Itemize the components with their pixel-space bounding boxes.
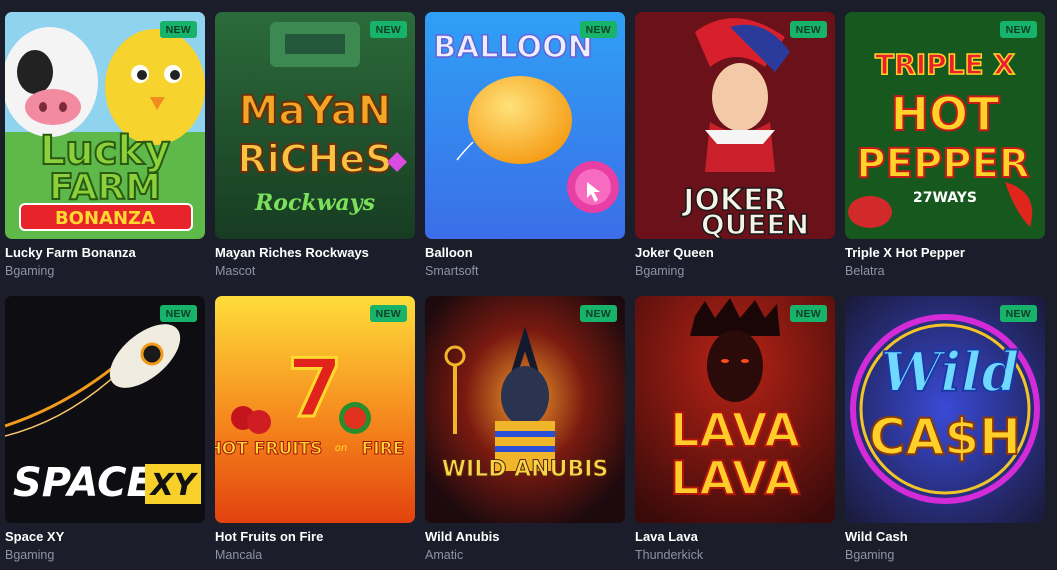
art-line: PEPPER	[856, 141, 1029, 187]
art-line: LAVA	[670, 451, 800, 505]
game-title[interactable]: Joker Queen	[635, 245, 845, 260]
game-title[interactable]: Wild Cash	[845, 529, 1055, 544]
game-thumbnail[interactable]: SPACE XY NEW	[5, 296, 205, 523]
game-card-wild-anubis[interactable]: WILD ANUBIS NEW Wild Anubis Amatic	[425, 296, 625, 562]
art-line: HOT FRUITS	[215, 439, 322, 459]
art-line: FIRE	[362, 439, 405, 459]
art-line: 7	[287, 342, 343, 435]
wild-anubis-artwork: WILD ANUBIS	[425, 296, 625, 523]
new-badge: NEW	[159, 21, 197, 38]
new-badge: NEW	[789, 305, 827, 322]
game-provider[interactable]: Belatra	[845, 264, 1055, 278]
game-thumbnail[interactable]: Wild CA$H NEW	[845, 296, 1045, 523]
art-line: BONANZA	[55, 208, 155, 229]
new-badge: NEW	[369, 305, 407, 322]
game-card-mayan-riches-rockways[interactable]: MaYaN RiCHeS Rockways NEW Mayan Riches R…	[215, 12, 415, 278]
art-line: BALLOON	[433, 30, 592, 65]
game-title[interactable]: Space XY	[5, 529, 215, 544]
game-card-wild-cash[interactable]: Wild CA$H NEW Wild Cash Bgaming	[845, 296, 1045, 562]
game-thumbnail[interactable]: BALLOON NEW	[425, 12, 625, 239]
game-card-space-xy[interactable]: SPACE XY NEW Space XY Bgaming	[5, 296, 205, 562]
art-line: RiCHeS	[237, 137, 392, 181]
art-line: LAVA	[670, 403, 800, 457]
game-thumbnail[interactable]: MaYaN RiCHeS Rockways NEW	[215, 12, 415, 239]
game-thumbnail[interactable]: JOKER QUEEN NEW	[635, 12, 835, 239]
game-title[interactable]: Mayan Riches Rockways	[215, 245, 425, 260]
game-thumbnail[interactable]: WILD ANUBIS NEW	[425, 296, 625, 523]
game-card-triple-x-hot-pepper[interactable]: TRIPLE X HOT PEPPER 27WAYS NEW Triple X …	[845, 12, 1045, 278]
art-line: FARM	[49, 167, 161, 208]
art-line: Rockways	[254, 190, 375, 216]
game-provider[interactable]: Smartsoft	[425, 264, 635, 278]
game-title[interactable]: Wild Anubis	[425, 529, 635, 544]
game-title[interactable]: Triple X Hot Pepper	[845, 245, 1055, 260]
game-card-lucky-farm-bonanza[interactable]: Lucky FARM BONANZA NEW Lucky Farm Bonanz…	[5, 12, 205, 278]
art-line: MaYaN	[239, 88, 392, 134]
game-thumbnail[interactable]: TRIPLE X HOT PEPPER 27WAYS NEW	[845, 12, 1045, 239]
new-badge: NEW	[999, 305, 1037, 322]
new-badge: NEW	[579, 305, 617, 322]
new-badge: NEW	[369, 21, 407, 38]
game-thumbnail[interactable]: 7 HOT FRUITS on FIRE NEW	[215, 296, 415, 523]
space-xy-artwork: SPACE XY	[5, 296, 205, 523]
game-provider[interactable]: Bgaming	[635, 264, 845, 278]
art-line: on	[335, 443, 347, 454]
game-title[interactable]: Balloon	[425, 245, 635, 260]
new-badge: NEW	[999, 21, 1037, 38]
game-provider[interactable]: Thunderkick	[635, 548, 845, 562]
game-title[interactable]: Lucky Farm Bonanza	[5, 245, 215, 260]
art-line: HOT	[891, 87, 1001, 141]
mayan-riches-artwork: MaYaN RiCHeS Rockways	[215, 12, 415, 239]
triple-x-hot-pepper-artwork: TRIPLE X HOT PEPPER 27WAYS	[845, 12, 1045, 239]
game-thumbnail[interactable]: LAVA LAVA NEW	[635, 296, 835, 523]
art-line: TRIPLE X	[875, 48, 1015, 81]
art-line: WILD ANUBIS	[442, 457, 609, 482]
game-title[interactable]: Lava Lava	[635, 529, 845, 544]
art-line: SPACE	[13, 460, 154, 506]
new-badge: NEW	[579, 21, 617, 38]
art-line: 27WAYS	[913, 190, 977, 206]
game-card-balloon[interactable]: BALLOON NEW Balloon Smartsoft	[425, 12, 625, 278]
joker-queen-artwork: JOKER QUEEN	[635, 12, 835, 239]
art-line: CA$H	[869, 408, 1021, 466]
lucky-farm-artwork: Lucky FARM BONANZA	[5, 12, 205, 239]
game-provider[interactable]: Mascot	[215, 264, 425, 278]
new-badge: NEW	[159, 305, 197, 322]
art-line: QUEEN	[701, 208, 809, 239]
new-badge: NEW	[789, 21, 827, 38]
game-provider[interactable]: Bgaming	[5, 264, 215, 278]
game-card-joker-queen[interactable]: JOKER QUEEN NEW Joker Queen Bgaming	[635, 12, 835, 278]
balloon-artwork: BALLOON	[425, 12, 625, 239]
lava-lava-artwork: LAVA LAVA	[635, 296, 835, 523]
game-title[interactable]: Hot Fruits on Fire	[215, 529, 425, 544]
game-provider[interactable]: Mancala	[215, 548, 425, 562]
wild-cash-artwork: Wild CA$H	[845, 296, 1045, 523]
game-card-hot-fruits-on-fire[interactable]: 7 HOT FRUITS on FIRE NEW Hot Fruits on F…	[215, 296, 415, 562]
art-line: Wild	[881, 340, 1019, 404]
game-provider[interactable]: Amatic	[425, 548, 635, 562]
game-provider[interactable]: Bgaming	[845, 548, 1055, 562]
art-line: XY	[149, 468, 199, 503]
hot-fruits-on-fire-artwork: 7 HOT FRUITS on FIRE	[215, 296, 415, 523]
game-thumbnail[interactable]: Lucky FARM BONANZA NEW	[5, 12, 205, 239]
game-provider[interactable]: Bgaming	[5, 548, 215, 562]
game-card-lava-lava[interactable]: LAVA LAVA NEW Lava Lava Thunderkick	[635, 296, 835, 562]
